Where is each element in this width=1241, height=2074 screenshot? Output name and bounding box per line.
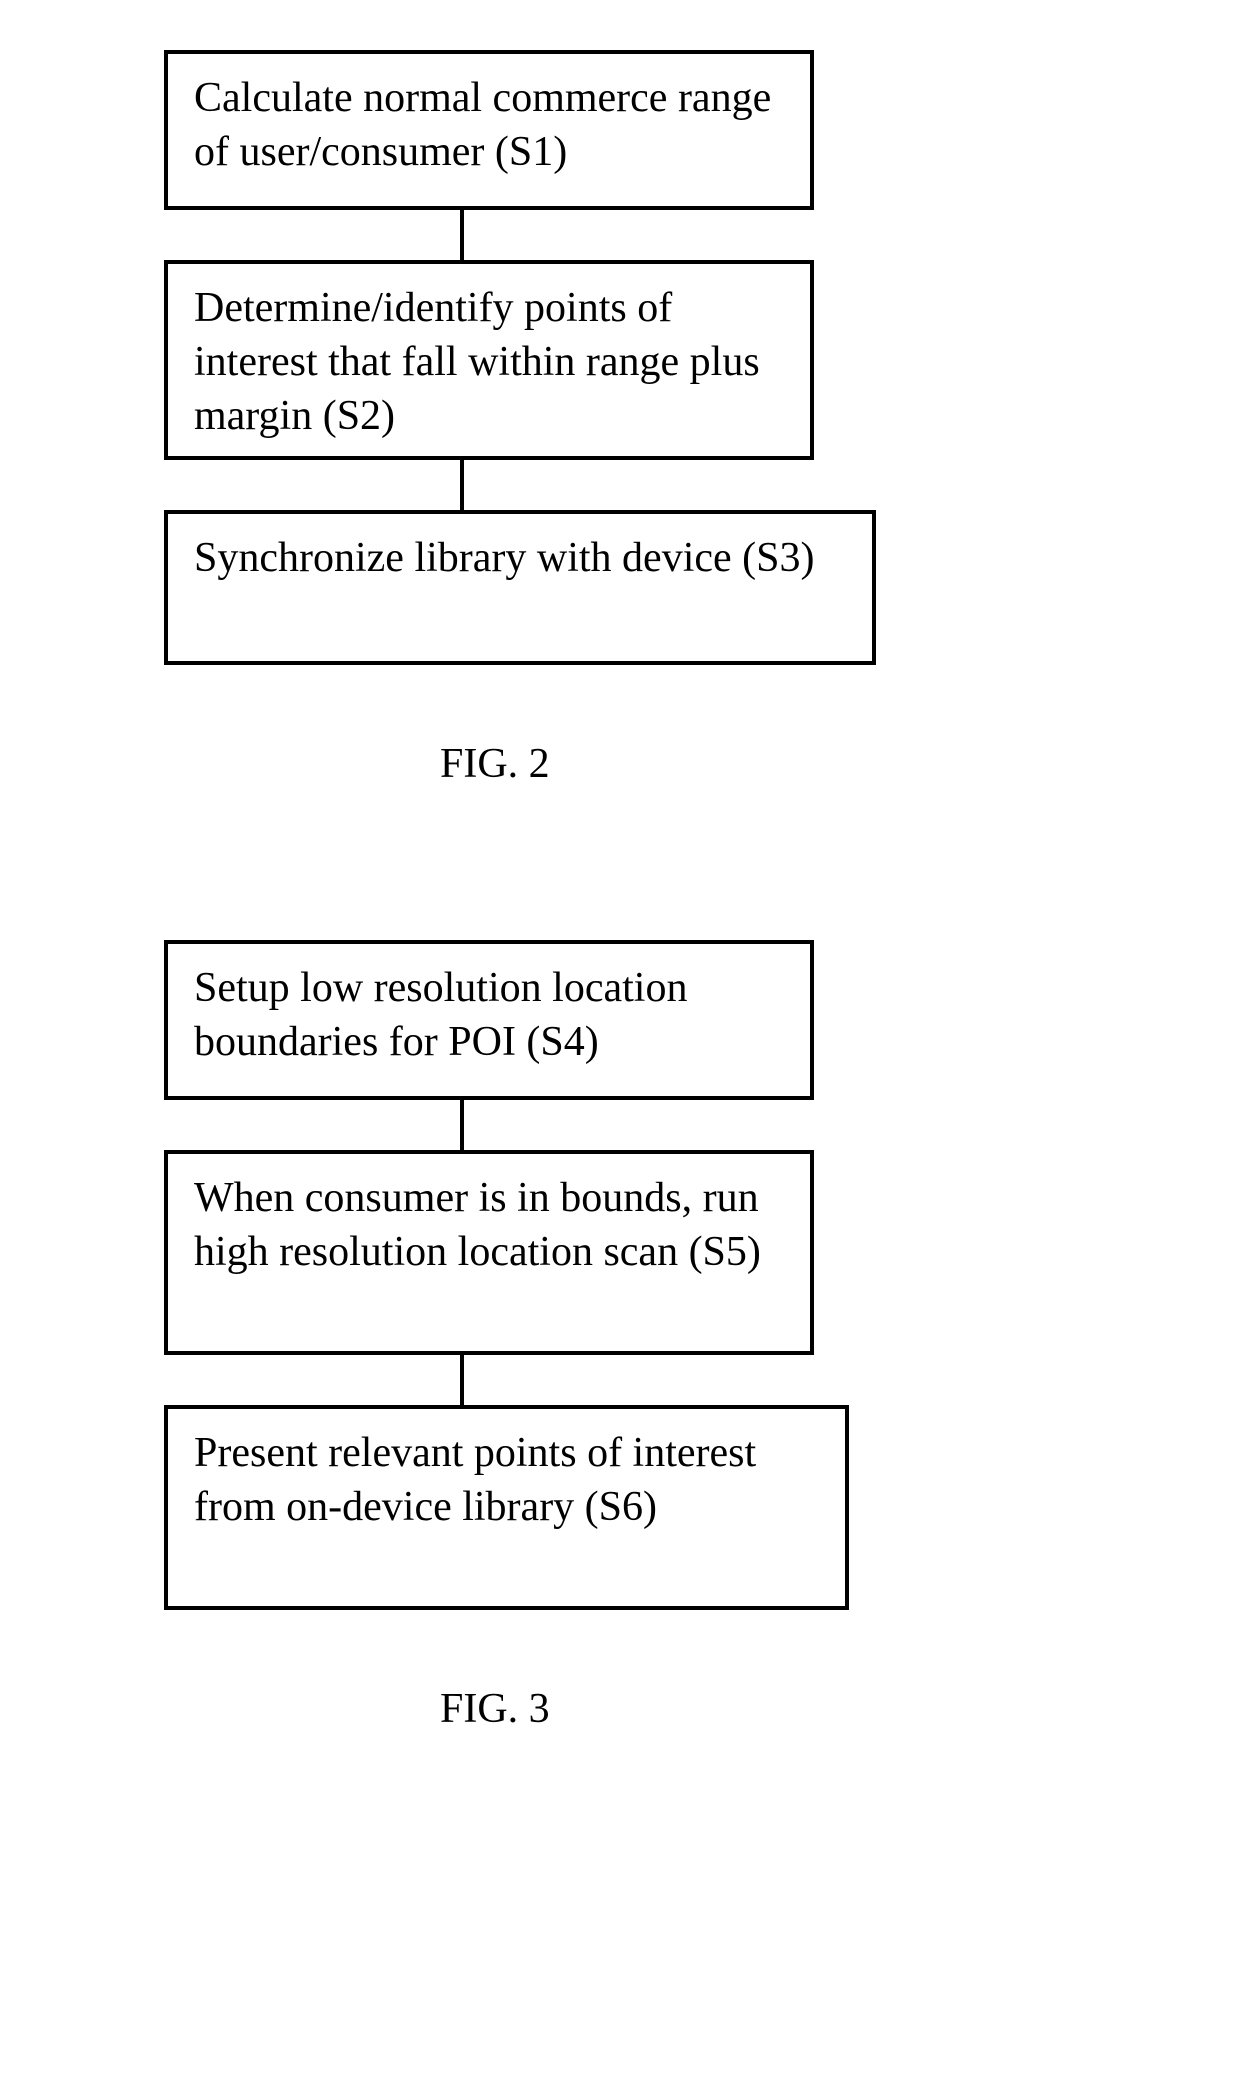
connector-s4-s5 (460, 1100, 464, 1150)
step-s3: Synchronize library with device (S3) (164, 510, 876, 665)
connector-s2-s3 (460, 460, 464, 510)
figure-3-label: FIG. 3 (440, 1685, 550, 1733)
step-s5-text: When consumer is in bounds, run high res… (194, 1175, 761, 1275)
figure-2-label: FIG. 2 (440, 740, 550, 788)
step-s1-text: Calculate normal commerce range of user/… (194, 75, 771, 175)
figure-2-label-text: FIG. 2 (440, 741, 550, 787)
step-s4: Setup low resolution location boundaries… (164, 940, 814, 1100)
figure-3-label-text: FIG. 3 (440, 1686, 550, 1732)
step-s1: Calculate normal commerce range of user/… (164, 50, 814, 210)
step-s4-text: Setup low resolution location boundaries… (194, 965, 687, 1065)
step-s3-text: Synchronize library with device (S3) (194, 535, 814, 581)
step-s6: Present relevant points of interest from… (164, 1405, 849, 1610)
diagram-canvas: Calculate normal commerce range of user/… (0, 0, 1241, 2074)
step-s6-text: Present relevant points of interest from… (194, 1430, 756, 1530)
step-s5: When consumer is in bounds, run high res… (164, 1150, 814, 1355)
step-s2-text: Determine/identify points of interest th… (194, 285, 760, 439)
step-s2: Determine/identify points of interest th… (164, 260, 814, 460)
connector-s1-s2 (460, 210, 464, 260)
connector-s5-s6 (460, 1355, 464, 1405)
